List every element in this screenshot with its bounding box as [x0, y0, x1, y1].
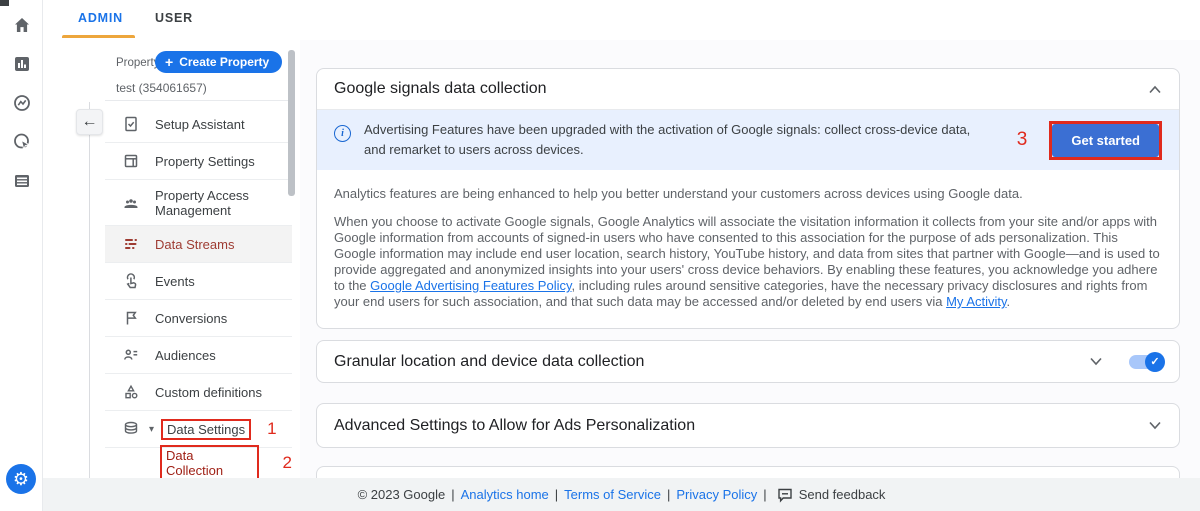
card-title: Granular location and device data collec…: [334, 352, 645, 370]
terms-of-service-link[interactable]: Terms of Service: [564, 487, 661, 502]
feedback-icon: [777, 488, 792, 503]
send-feedback-link[interactable]: Send feedback: [799, 487, 886, 502]
sidebar-item-data-collection[interactable]: Data Collection 2: [105, 445, 292, 481]
annotation-box-1: Data Settings: [161, 418, 252, 440]
footer-separator: |: [666, 487, 671, 502]
property-name[interactable]: test (354061657): [116, 81, 207, 95]
footer: © 2023 Google | Analytics home | Terms o…: [43, 478, 1200, 511]
sidebar-item-label: Property Access Management: [155, 187, 249, 218]
privacy-policy-link[interactable]: Privacy Policy: [676, 487, 757, 502]
footer-separator: |: [763, 487, 767, 502]
sidebar-item-property-settings[interactable]: Property Settings: [105, 143, 292, 180]
divider: [105, 100, 291, 101]
chevron-down-icon[interactable]: [1148, 421, 1162, 430]
get-started-button[interactable]: Get started: [1052, 123, 1159, 157]
annotation-number-3: 3: [1016, 129, 1028, 150]
property-settings-icon: [122, 152, 140, 170]
sidebar-item-events[interactable]: Events: [105, 263, 292, 300]
chevron-up-icon[interactable]: [1148, 85, 1162, 94]
info-glyph: i: [341, 128, 344, 139]
home-icon[interactable]: [11, 14, 33, 36]
footer-separator: |: [451, 487, 455, 502]
paragraph-1: Analytics features are being enhanced to…: [334, 186, 1023, 201]
advertising-features-policy-link[interactable]: Google Advertising Features Policy: [370, 278, 571, 293]
google-signals-description: Analytics features are being enhanced to…: [317, 170, 1179, 328]
annotation-number-1: 1: [267, 419, 277, 438]
advanced-settings-card[interactable]: Advanced Settings to Allow for Ads Perso…: [316, 403, 1180, 448]
property-sidebar: Property + Create Property test (3540616…: [43, 40, 300, 481]
property-label: Property: [116, 57, 160, 69]
tab-user[interactable]: USER: [155, 11, 193, 25]
check-glyph: ✓: [1150, 356, 1160, 368]
reports-icon[interactable]: [11, 53, 33, 75]
annotation-box-3: Get started: [1049, 120, 1162, 160]
advertising-icon[interactable]: [11, 131, 33, 153]
data-streams-icon: [122, 235, 140, 253]
sidebar-item-label: Events: [155, 273, 195, 289]
granular-location-toggle[interactable]: ✓: [1129, 351, 1165, 372]
sidebar-item-data-streams[interactable]: Data Streams: [105, 226, 292, 263]
paragraph-2-text: .: [1006, 294, 1011, 309]
paragraph-2: When you choose to activate Google signa…: [334, 214, 1162, 310]
sidebar-item-label: Data Collection: [166, 448, 224, 478]
info-icon: i: [334, 125, 351, 142]
sidebar-item-label: Custom definitions: [155, 384, 262, 400]
sidebar-item-label: Property Settings: [155, 153, 255, 169]
google-signals-card: Google signals data collection i Adverti…: [316, 68, 1180, 329]
chevron-down-icon[interactable]: [1089, 357, 1103, 366]
sidebar-item-setup-assistant[interactable]: Setup Assistant: [105, 106, 292, 143]
property-access-icon: [122, 194, 140, 212]
events-icon: [122, 272, 140, 290]
collapse-back-button[interactable]: ←: [76, 109, 103, 135]
card-title: Advanced Settings to Allow for Ads Perso…: [334, 416, 696, 434]
sidebar-item-property-access-management[interactable]: Property Access Management: [105, 180, 292, 226]
create-property-button[interactable]: + Create Property: [155, 51, 283, 73]
sidebar-item-custom-definitions[interactable]: Custom definitions: [105, 374, 292, 411]
google-signals-card-header[interactable]: Google signals data collection: [317, 69, 1179, 110]
footer-separator: |: [554, 487, 559, 502]
my-activity-link[interactable]: My Activity: [946, 294, 1006, 309]
sidebar-item-label: Audiences: [155, 347, 216, 363]
audiences-icon: [122, 346, 140, 364]
conversions-flag-icon: [122, 309, 140, 327]
sidebar-item-label: Conversions: [155, 310, 228, 326]
sidebar-item-data-settings[interactable]: ▾ Data Settings 1: [105, 411, 292, 448]
data-settings-database-icon: [122, 420, 140, 438]
screen-corner-artifact: [0, 0, 9, 6]
left-navigation-rail: ⚙: [0, 0, 43, 511]
annotation-box-2: Data Collection: [160, 445, 259, 481]
setup-assistant-icon: [122, 115, 140, 133]
library-icon[interactable]: [11, 170, 33, 192]
granular-location-card[interactable]: Granular location and device data collec…: [316, 340, 1180, 383]
custom-definitions-icon: [122, 383, 140, 401]
active-tab-underline: [62, 35, 135, 38]
sidebar-scrollbar[interactable]: [288, 50, 295, 196]
google-signals-info-banner: i Advertising Features have been upgrade…: [317, 110, 1179, 170]
annotation-number-2: 2: [282, 453, 292, 472]
create-property-label: Create Property: [179, 55, 270, 69]
expand-triangle-icon[interactable]: ▾: [149, 424, 154, 435]
back-arrow-icon: ←: [81, 113, 98, 130]
toggle-thumb-check-icon: ✓: [1145, 351, 1165, 372]
sidebar-item-label: Setup Assistant: [155, 116, 245, 132]
sidebar-item-conversions[interactable]: Conversions: [105, 300, 292, 337]
admin-gear-icon[interactable]: ⚙: [6, 464, 36, 494]
tree-line: [89, 102, 90, 478]
explore-icon[interactable]: [11, 92, 33, 114]
copyright-text: © 2023 Google: [357, 487, 446, 502]
sidebar-item-label: Data Settings: [167, 421, 246, 437]
sidebar-item-label: Data Streams: [155, 236, 235, 252]
analytics-home-link[interactable]: Analytics home: [461, 487, 549, 502]
gear-glyph: ⚙: [12, 468, 30, 489]
banner-text: Advertising Features have been upgraded …: [364, 122, 971, 157]
admin-header: ADMIN USER: [43, 0, 1200, 40]
property-nav-list: Setup Assistant Property Settings Proper…: [105, 106, 292, 481]
plus-icon: +: [165, 54, 174, 70]
card-title: Google signals data collection: [334, 80, 547, 97]
sidebar-item-audiences[interactable]: Audiences: [105, 337, 292, 374]
tab-admin[interactable]: ADMIN: [78, 11, 123, 25]
data-collection-panel: Google signals data collection i Adverti…: [300, 40, 1200, 511]
